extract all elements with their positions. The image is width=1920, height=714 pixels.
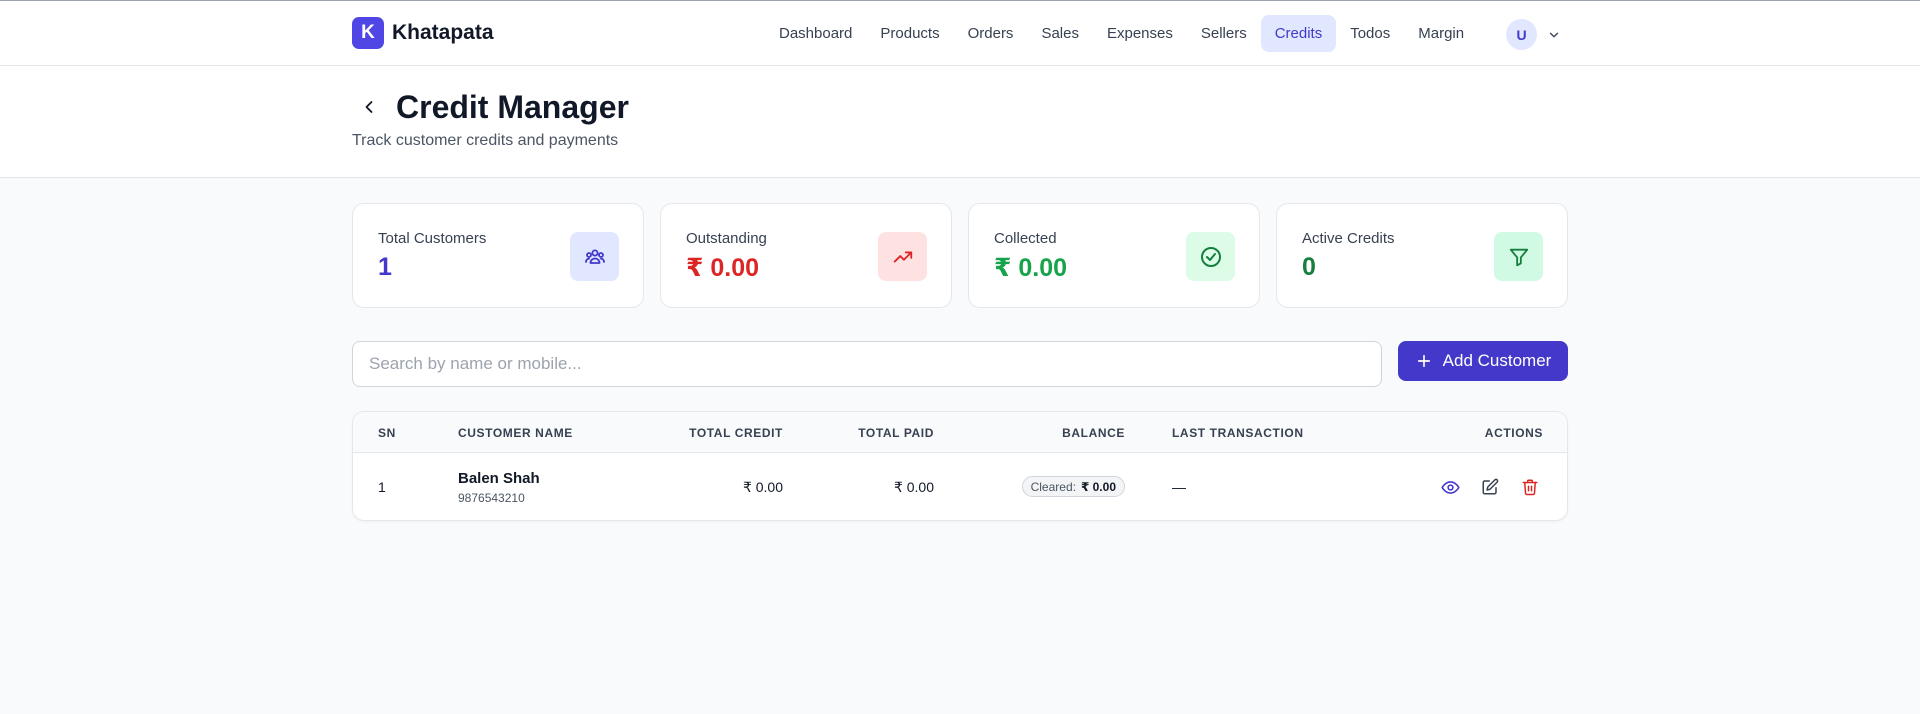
nav-item-dashboard[interactable]: Dashboard — [765, 15, 866, 52]
nav-item-todos[interactable]: Todos — [1336, 15, 1404, 52]
user-menu[interactable]: U — [1506, 19, 1561, 50]
cell-sn: 1 — [378, 479, 386, 495]
users-icon — [570, 232, 619, 281]
stat-label: Collected — [994, 230, 1057, 247]
stat-label: Total Customers — [378, 230, 487, 247]
cell-customer-name: Balen Shah — [458, 470, 540, 487]
stat-card-outstanding: Outstanding ₹ 0.00 — [660, 203, 952, 308]
col-header-last-transaction: LAST TRANSACTION — [1172, 426, 1304, 440]
col-header-customer-name: CUSTOMER NAME — [458, 426, 573, 440]
cell-total-paid: ₹ 0.00 — [893, 479, 934, 495]
brand[interactable]: K Khatapata — [352, 17, 494, 49]
trending-up-icon — [878, 232, 927, 281]
customers-table: SN CUSTOMER NAME TOTAL CREDIT TOTAL PAID… — [352, 411, 1568, 521]
page-subtitle: Track customer credits and payments — [352, 132, 619, 149]
stat-value: 1 — [378, 253, 392, 281]
stat-value: 0 — [1302, 253, 1316, 281]
col-header-sn: SN — [378, 426, 396, 440]
table-header: SN CUSTOMER NAME TOTAL CREDIT TOTAL PAID… — [353, 412, 1567, 453]
stat-label: Outstanding — [686, 230, 767, 247]
navbar: K Khatapata Dashboard Products Orders Sa… — [0, 1, 1920, 66]
check-circle-icon — [1186, 232, 1235, 281]
nav-item-orders[interactable]: Orders — [954, 15, 1028, 52]
stat-card-collected: Collected ₹ 0.00 — [968, 203, 1260, 308]
chevron-down-icon[interactable] — [1547, 28, 1561, 42]
stats-row: Total Customers 1 Outstanding ₹ 0.00 Col… — [352, 203, 1568, 308]
col-header-balance: BALANCE — [1062, 426, 1125, 440]
col-header-total-credit: TOTAL CREDIT — [689, 426, 783, 440]
cell-total-credit: ₹ 0.00 — [742, 479, 783, 495]
plus-icon — [1415, 352, 1433, 370]
page-title: Credit Manager — [396, 89, 629, 125]
eye-icon[interactable] — [1440, 477, 1460, 497]
stat-value: ₹ 0.00 — [686, 254, 759, 282]
nav-item-expenses[interactable]: Expenses — [1093, 15, 1187, 52]
nav-links: Dashboard Products Orders Sales Expenses… — [765, 15, 1478, 52]
add-customer-button[interactable]: Add Customer — [1398, 341, 1568, 381]
badge-amount: ₹ 0.00 — [1080, 479, 1116, 494]
stat-label: Active Credits — [1302, 230, 1395, 247]
add-customer-label: Add Customer — [1442, 351, 1552, 370]
avatar[interactable]: U — [1506, 19, 1537, 50]
cell-last-transaction: — — [1172, 479, 1186, 495]
brand-logo: K — [352, 17, 384, 49]
back-arrow-icon[interactable] — [358, 96, 380, 118]
stat-card-total-customers: Total Customers 1 — [352, 203, 644, 308]
edit-icon[interactable] — [1480, 477, 1500, 497]
page-header: Credit Manager Track customer credits an… — [0, 66, 1920, 178]
stat-card-active-credits: Active Credits 0 — [1276, 203, 1568, 308]
badge-label: Cleared: — [1030, 479, 1076, 494]
table-row[interactable]: 1 Balen Shah 9876543210 ₹ 0.00 ₹ 0.00 Cl… — [353, 453, 1567, 520]
nav-item-sales[interactable]: Sales — [1027, 15, 1093, 52]
brand-name: Khatapata — [392, 21, 494, 44]
stat-value: ₹ 0.00 — [994, 254, 1067, 282]
col-header-actions: ACTIONS — [1484, 426, 1543, 440]
trash-icon[interactable] — [1520, 477, 1540, 497]
nav-item-margin[interactable]: Margin — [1404, 15, 1478, 52]
nav-item-credits[interactable]: Credits — [1260, 15, 1337, 52]
filter-icon — [1494, 232, 1543, 281]
status-badge: Cleared: ₹ 0.00 — [1021, 476, 1125, 497]
nav-item-sellers[interactable]: Sellers — [1187, 15, 1261, 52]
search-input[interactable] — [352, 341, 1382, 387]
nav-item-products[interactable]: Products — [866, 15, 953, 52]
col-header-total-paid: TOTAL PAID — [858, 426, 934, 440]
cell-customer-mobile: 9876543210 — [458, 491, 525, 505]
